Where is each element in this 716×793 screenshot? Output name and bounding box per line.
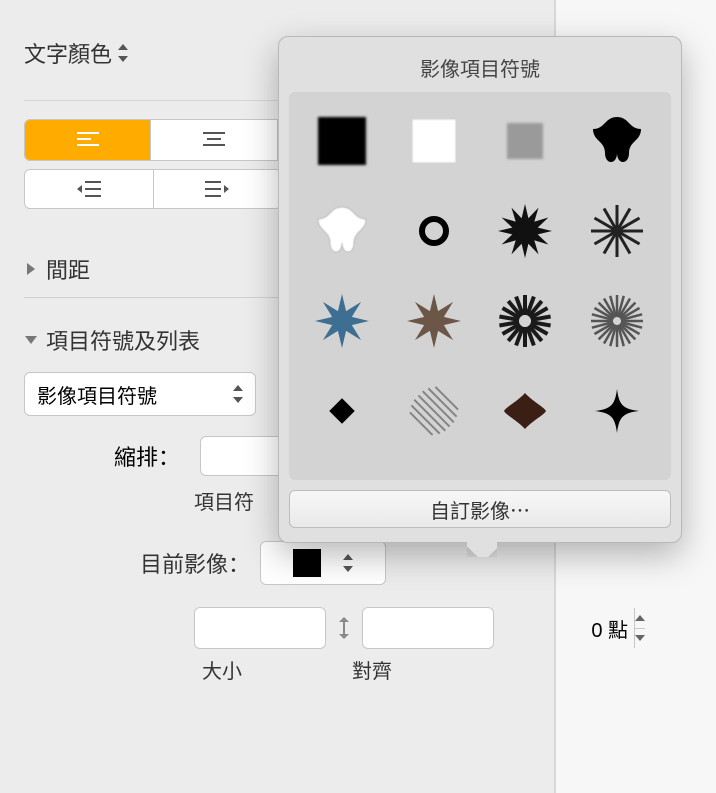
current-image-dropdown[interactable] bbox=[260, 541, 386, 585]
custom-image-label: 自訂影像⋯ bbox=[430, 495, 530, 524]
stepper-up-button[interactable] bbox=[635, 608, 645, 629]
bullet-sparkle[interactable] bbox=[586, 380, 648, 442]
bullet-scribble[interactable] bbox=[403, 380, 465, 442]
bullet-square-outline[interactable] bbox=[403, 110, 465, 172]
bullet-align-input[interactable] bbox=[363, 617, 634, 640]
text-color-label: 文字顏色 bbox=[24, 37, 112, 69]
indent-label: 縮排： bbox=[114, 440, 180, 472]
align-center-button[interactable] bbox=[151, 120, 277, 160]
chevron-updown-icon bbox=[231, 385, 243, 403]
bullet-burst-outline[interactable] bbox=[586, 200, 648, 262]
indent-button[interactable] bbox=[154, 170, 282, 208]
text-color-dropdown[interactable]: 文字顏色 bbox=[24, 37, 128, 69]
bullet-burst-solid[interactable] bbox=[494, 200, 556, 262]
bullet-type-value: 影像項目符號 bbox=[37, 380, 157, 409]
spacing-label: 間距 bbox=[46, 253, 90, 285]
image-bullet-popover: 影像項目符號 自訂影像⋯ bbox=[278, 36, 682, 543]
bullet-clover-outline[interactable] bbox=[311, 200, 373, 262]
bullet-more[interactable] bbox=[403, 470, 465, 480]
bullet-size-field[interactable] bbox=[194, 607, 326, 649]
bullet-square-gray[interactable] bbox=[494, 110, 556, 172]
bullet-square-solid[interactable] bbox=[311, 110, 373, 172]
stepper-down-button[interactable] bbox=[635, 629, 645, 649]
custom-image-button[interactable]: 自訂影像⋯ bbox=[289, 490, 671, 528]
chevron-down-icon bbox=[24, 335, 38, 345]
align-lock-icon[interactable] bbox=[334, 614, 354, 642]
bullets-lists-label: 項目符號及列表 bbox=[46, 324, 200, 356]
bullet-align-field[interactable] bbox=[362, 607, 494, 649]
popover-title: 影像項目符號 bbox=[289, 47, 671, 92]
chevron-updown-icon bbox=[116, 44, 128, 62]
popover-pointer bbox=[467, 541, 497, 557]
bullet-sunray-dark[interactable] bbox=[494, 290, 556, 352]
current-image-chip bbox=[293, 549, 321, 577]
bullet-circle-outline[interactable] bbox=[403, 200, 465, 262]
bullet-indent-caption: 項目符 bbox=[194, 486, 254, 515]
align-left-button[interactable] bbox=[25, 120, 151, 160]
align-caption: 對齊 bbox=[352, 655, 392, 684]
bullet-burst-blue[interactable] bbox=[311, 290, 373, 352]
bullet-clover-solid[interactable] bbox=[586, 110, 648, 172]
bullet-diamond-small[interactable] bbox=[311, 380, 373, 442]
outdent-button[interactable] bbox=[25, 170, 154, 208]
bullet-type-dropdown[interactable]: 影像項目符號 bbox=[24, 372, 256, 416]
indent-segmented bbox=[24, 169, 282, 209]
chevron-right-icon bbox=[24, 262, 38, 276]
bullet-burst-brown[interactable] bbox=[403, 290, 465, 352]
bullet-grid bbox=[311, 110, 649, 480]
bullet-sunray-gray[interactable] bbox=[586, 290, 648, 352]
bullet-grid-scroll[interactable] bbox=[289, 92, 671, 480]
chevron-updown-icon bbox=[341, 554, 353, 572]
size-caption: 大小 bbox=[202, 655, 242, 684]
current-image-label: 目前影像： bbox=[140, 547, 250, 579]
bullet-diamond-paint[interactable] bbox=[494, 380, 556, 442]
